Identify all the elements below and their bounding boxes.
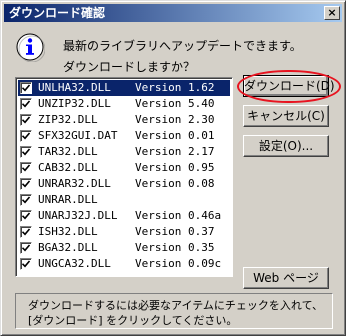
checkbox[interactable] — [20, 114, 32, 126]
prompt-line-1: 最新のライブラリへアップデートできます。 — [63, 39, 302, 53]
list-item[interactable]: UNRAR.DLL — [18, 192, 230, 208]
file-version: Version 0.35 — [135, 241, 215, 254]
file-name: TAR32.DLL — [38, 145, 98, 158]
window-title: ダウンロード確認 — [9, 6, 106, 20]
file-version: Version 5.40 — [135, 97, 215, 110]
checkbox[interactable] — [20, 210, 32, 222]
checkbox[interactable] — [20, 98, 32, 110]
check-icon — [22, 164, 30, 172]
file-version: Version 0.46a — [135, 209, 222, 222]
file-name: UNRAR32.DLL — [38, 177, 111, 190]
list-item[interactable]: UNRAR32.DLL Version 0.08 — [18, 176, 230, 192]
file-version: Version 0.01 — [135, 129, 215, 142]
download-confirm-dialog: ダウンロード確認 × 最新のライブラリへアップデートできます。 ダウンロードしま… — [0, 0, 346, 336]
list-item[interactable]: CAB32.DLL Version 0.95 — [18, 160, 230, 176]
list-item[interactable]: UNZIP32.DLL Version 5.40 — [18, 96, 230, 112]
file-name: UNRAR.DLL — [38, 193, 98, 206]
check-icon — [22, 148, 30, 156]
check-icon — [22, 212, 30, 220]
file-version: Version 0.95 — [135, 161, 215, 174]
check-icon — [22, 260, 30, 268]
checkbox[interactable] — [20, 258, 32, 270]
file-name: UNGCA32.DLL — [38, 257, 111, 270]
cancel-button[interactable]: キャンセル(C) — [243, 105, 329, 127]
file-name: UNZIP32.DLL — [38, 97, 111, 110]
check-icon — [22, 116, 30, 124]
check-icon — [22, 84, 30, 92]
file-checklist[interactable]: UNLHA32.DLL Version 1.62 UNZIP32.DLL Ver… — [15, 77, 233, 277]
check-icon — [22, 196, 30, 204]
checkbox[interactable] — [20, 178, 32, 190]
checkbox[interactable] — [20, 162, 32, 174]
file-name: UNLHA32.DLL — [38, 81, 111, 94]
list-item[interactable]: SFX32GUI.DAT Version 0.01 — [18, 128, 230, 144]
checkbox[interactable] — [20, 146, 32, 158]
check-icon — [22, 100, 30, 108]
list-item[interactable]: UNARJ32J.DLL Version 0.46a — [18, 208, 230, 224]
info-icon — [16, 33, 45, 62]
prompt-line-2: ダウンロードしますか？ — [63, 60, 196, 74]
file-name: SFX32GUI.DAT — [38, 129, 118, 142]
list-item[interactable]: ZIP32.DLL Version 2.30 — [18, 112, 230, 128]
file-name: CAB32.DLL — [38, 161, 98, 174]
settings-button[interactable]: 設定(O)... — [243, 135, 329, 157]
file-version: Version 0.37 — [135, 225, 215, 238]
file-version: Version 0.09c — [135, 257, 222, 270]
status-panel: ダウンロードするには必要なアイテムにチェックを入れて、 [ダウンロード] をクリ… — [15, 293, 333, 329]
list-item[interactable]: UNGCA32.DLL Version 0.09c — [18, 256, 230, 272]
checkbox[interactable] — [20, 82, 32, 94]
check-icon — [22, 180, 30, 188]
close-icon: × — [327, 6, 337, 19]
list-item[interactable]: UNLHA32.DLL Version 1.62 — [18, 80, 230, 96]
web-page-button[interactable]: Web ページ — [243, 267, 329, 289]
download-button[interactable]: ダウンロード(D) — [243, 75, 335, 97]
check-icon — [22, 132, 30, 140]
close-button[interactable]: × — [324, 6, 340, 20]
file-name: ZIP32.DLL — [38, 113, 98, 126]
checkbox[interactable] — [20, 130, 32, 142]
file-name: UNARJ32J.DLL — [38, 209, 118, 222]
file-version: Version 1.62 — [135, 81, 215, 94]
checkbox[interactable] — [20, 242, 32, 254]
file-name: ISH32.DLL — [38, 225, 98, 238]
status-line-1: ダウンロードするには必要なアイテムにチェックを入れて、 — [28, 299, 324, 312]
status-line-2: [ダウンロード] をクリックしてください。 — [28, 314, 238, 327]
check-icon — [22, 244, 30, 252]
checkbox[interactable] — [20, 226, 32, 238]
file-version: Version 0.08 — [135, 177, 215, 190]
checkbox[interactable] — [20, 194, 32, 206]
file-version: Version 2.30 — [135, 113, 215, 126]
file-name: BGA32.DLL — [38, 241, 98, 254]
list-item[interactable]: ISH32.DLL Version 0.37 — [18, 224, 230, 240]
title-bar[interactable]: ダウンロード確認 × — [4, 4, 342, 22]
file-version: Version 2.17 — [135, 145, 215, 158]
list-item[interactable]: TAR32.DLL Version 2.17 — [18, 144, 230, 160]
check-icon — [22, 228, 30, 236]
list-item[interactable]: BGA32.DLL Version 0.35 — [18, 240, 230, 256]
